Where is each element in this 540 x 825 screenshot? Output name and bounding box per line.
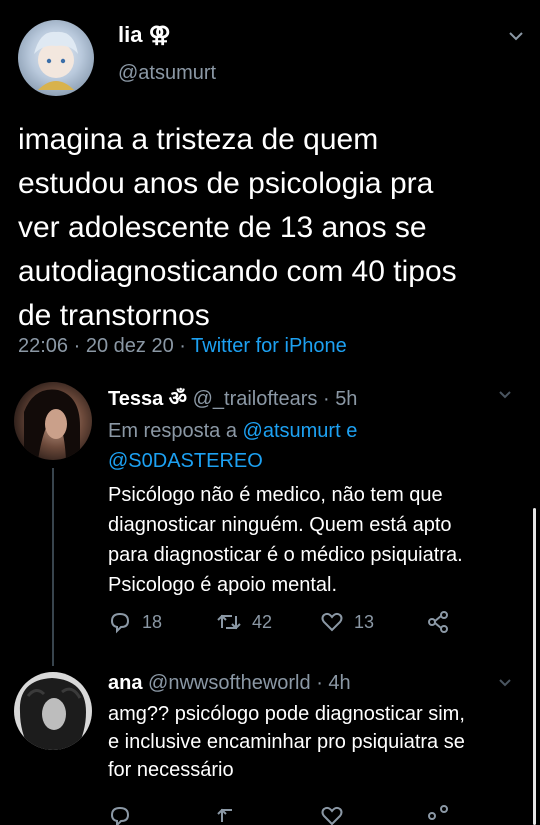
reply-count: 18	[142, 611, 163, 632]
tweet-text: imagina a tristeza de quem estudou anos …	[18, 118, 528, 338]
retweet-icon[interactable]	[216, 804, 242, 825]
reply-header: Tessa ॐ @_trailoftears · 5h	[108, 384, 357, 411]
thread-line	[52, 468, 54, 666]
reply-button[interactable]: 18	[108, 610, 162, 634]
reply-text-line: diagnosticar ninguém. Quem está apto	[108, 514, 452, 536]
action-bar	[108, 804, 468, 825]
like-button[interactable]: 13	[320, 610, 374, 634]
reply-text-line: Psicologo é apoio mental.	[108, 574, 338, 596]
meta-separator: ·	[179, 335, 186, 357]
meta-separator: ·	[322, 388, 330, 410]
retweet-count: 42	[252, 611, 273, 632]
meta-separator: ·	[73, 335, 81, 357]
tweet-text-line: autodiagnosticando com 40 tipos	[18, 255, 457, 288]
tweet-text-line: estudou anos de psicologia pra	[18, 167, 434, 200]
in-reply-label: Em resposta a	[108, 420, 237, 442]
display-name[interactable]: lia ⚢	[118, 22, 171, 48]
tweet-source-link[interactable]: Twitter for iPhone	[191, 335, 347, 357]
photo-avatar	[19, 678, 87, 750]
tweet-text-line: ver adolescente de 13 anos se	[18, 211, 427, 244]
chevron-down-icon[interactable]	[498, 390, 512, 400]
tweet-date: 20 dez 20	[85, 335, 174, 357]
reply-age: 5h	[335, 388, 358, 410]
share-icon[interactable]	[426, 804, 450, 825]
display-name[interactable]: ana	[108, 672, 142, 694]
handle[interactable]: @_trailoftears	[193, 388, 318, 410]
display-name[interactable]: Tessa ॐ	[108, 388, 187, 410]
reply-header: ana @nwwsoftheworld · 4h	[108, 672, 351, 695]
in-reply-joiner: e	[346, 420, 358, 442]
avatar[interactable]	[18, 20, 94, 96]
avatar[interactable]	[14, 382, 92, 460]
retweet-icon	[217, 614, 241, 630]
reply-text: amg?? psicólogo pode diagnosticar sim, e…	[108, 700, 528, 784]
handle[interactable]: @atsumurt	[118, 62, 216, 85]
handle[interactable]: @nwwsoftheworld	[148, 672, 311, 694]
anime-avatar-illustration	[34, 31, 78, 90]
reply-icon	[110, 612, 130, 634]
retweet-button[interactable]: 42	[216, 610, 272, 634]
like-count: 13	[354, 611, 375, 632]
share-icon	[428, 611, 448, 633]
reply-text-line: para diagnosticar é o médico psiquiatra.	[108, 544, 463, 566]
heart-icon[interactable]	[320, 804, 344, 825]
reply-icon[interactable]	[108, 804, 132, 825]
chevron-down-icon[interactable]	[508, 30, 524, 42]
action-bar: 18 42 13	[108, 610, 468, 636]
avatar[interactable]	[14, 672, 92, 750]
mention-link[interactable]: @S0DASTEREO	[108, 450, 263, 472]
reply-age: 4h	[328, 672, 351, 694]
reply-text-line: Psicólogo não é medico, não tem que	[108, 484, 443, 506]
heart-icon	[321, 612, 343, 632]
tweet-time: 22:06	[18, 335, 69, 357]
tweet-meta: 22:06 · 20 dez 20 · Twitter for iPhone	[18, 335, 347, 358]
tweet-text-line: de transtornos	[18, 299, 210, 332]
reply-text-line: for necessário	[108, 759, 234, 781]
share-button[interactable]	[426, 610, 450, 634]
tweet-text-line: imagina a tristeza de quem	[18, 123, 379, 156]
mention-link[interactable]: @atsumurt	[243, 420, 341, 442]
in-reply-to: Em resposta a @atsumurt e @S0DASTEREO	[108, 416, 528, 476]
reply-text: Psicólogo não é medico, não tem que diag…	[108, 480, 528, 600]
photo-avatar	[24, 389, 80, 460]
scrollbar-thumb[interactable]	[533, 508, 536, 825]
chevron-down-icon[interactable]	[498, 678, 512, 688]
reply-text-line: amg?? psicólogo pode diagnosticar sim,	[108, 703, 465, 725]
reply-text-line: e inclusive encaminhar pro psiquiatra se	[108, 731, 465, 753]
meta-separator: ·	[316, 672, 323, 694]
